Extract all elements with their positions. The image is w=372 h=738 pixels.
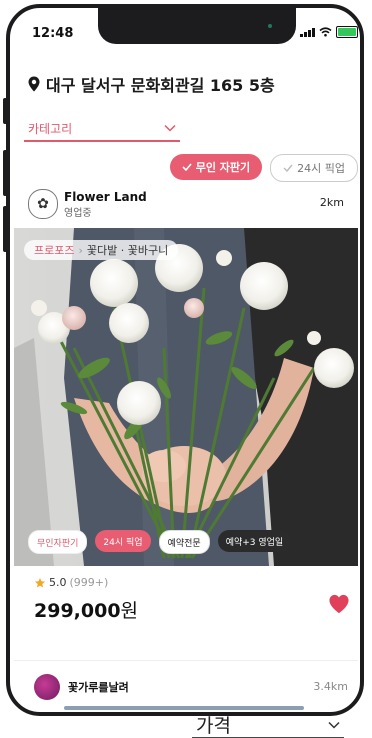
location-pin-icon bbox=[28, 76, 40, 92]
tag-reservation-lead-time: 예약+3 영업일 bbox=[217, 530, 292, 552]
shop-header[interactable]: ✿ Flower Land 영업중 2km bbox=[28, 188, 348, 220]
chevron-right-icon: › bbox=[78, 243, 83, 257]
price-currency: 원 bbox=[120, 600, 139, 622]
chevron-down-icon bbox=[328, 721, 340, 729]
wifi-icon bbox=[319, 27, 332, 37]
shop-status: 영업중 bbox=[64, 207, 92, 219]
filter-bar: 카테고리 가격 bbox=[24, 116, 344, 738]
star-icon bbox=[35, 577, 45, 587]
chevron-down-icon bbox=[164, 124, 176, 132]
category-dropdown[interactable]: 카테고리 bbox=[24, 116, 180, 142]
product-rating: 5.0 (999+) bbox=[34, 576, 108, 589]
battery-icon bbox=[336, 26, 358, 38]
shop-header[interactable]: 꽃가루를날려 3.4km bbox=[34, 673, 352, 701]
check-icon bbox=[182, 163, 192, 171]
review-count: (999+) bbox=[69, 576, 109, 589]
rating-value: 5.0 bbox=[49, 576, 67, 589]
price-dropdown[interactable]: 가격 bbox=[192, 712, 344, 738]
notch bbox=[98, 8, 296, 44]
product-photo[interactable]: 프로포즈 › 꽃다발 · 꽃바구니 무인자판기 24시 픽업 예약전문 예약+3… bbox=[14, 228, 358, 566]
chip-24h-pickup[interactable]: 24시 픽업 bbox=[270, 154, 358, 182]
breadcrumb-subcategory[interactable]: 꽃다발 · 꽃바구니 bbox=[87, 242, 168, 258]
status-time: 12:48 bbox=[32, 26, 74, 41]
check-icon bbox=[283, 164, 293, 172]
quick-filter-chips: 무인 자판기 24시 픽업 bbox=[169, 154, 358, 182]
breadcrumb-category[interactable]: 프로포즈 bbox=[34, 242, 74, 258]
chip-unmanned-vending[interactable]: 무인 자판기 bbox=[169, 154, 263, 180]
address-text: 대구 달서구 문화회관길 165 5층 bbox=[46, 76, 275, 95]
product-price: 299,000원 bbox=[34, 596, 138, 623]
avatar bbox=[34, 674, 60, 700]
heart-icon[interactable] bbox=[328, 594, 350, 614]
shop-name: Flower Land bbox=[64, 189, 147, 204]
chip-label: 24시 픽업 bbox=[297, 162, 345, 175]
home-indicator bbox=[64, 706, 304, 710]
chip-label: 무인 자판기 bbox=[195, 161, 251, 174]
signal-icon bbox=[300, 27, 315, 37]
bouquet-image bbox=[14, 228, 358, 566]
status-icons bbox=[300, 26, 358, 38]
breadcrumb[interactable]: 프로포즈 › 꽃다발 · 꽃바구니 bbox=[24, 240, 179, 260]
shop-name: 꽃가루를날려 bbox=[68, 681, 129, 694]
price-label: 가격 bbox=[196, 715, 231, 737]
flower-logo-icon: ✿ bbox=[28, 189, 58, 219]
shop-distance: 3.4km bbox=[313, 680, 348, 693]
location-header[interactable]: 대구 달서구 문화회관길 165 5층 bbox=[28, 72, 275, 96]
camera-dot bbox=[268, 24, 272, 28]
shop-distance: 2km bbox=[319, 196, 344, 209]
tag-unmanned: 무인자판기 bbox=[28, 530, 88, 554]
category-label: 카테고리 bbox=[28, 121, 73, 136]
divider bbox=[14, 660, 358, 661]
tag-reservation-only: 예약전문 bbox=[158, 530, 210, 554]
price-amount: 299,000 bbox=[34, 600, 121, 622]
tag-24h-pickup: 24시 픽업 bbox=[95, 530, 151, 552]
product-tags: 무인자판기 24시 픽업 예약전문 예약+3 영업일 bbox=[28, 530, 292, 554]
